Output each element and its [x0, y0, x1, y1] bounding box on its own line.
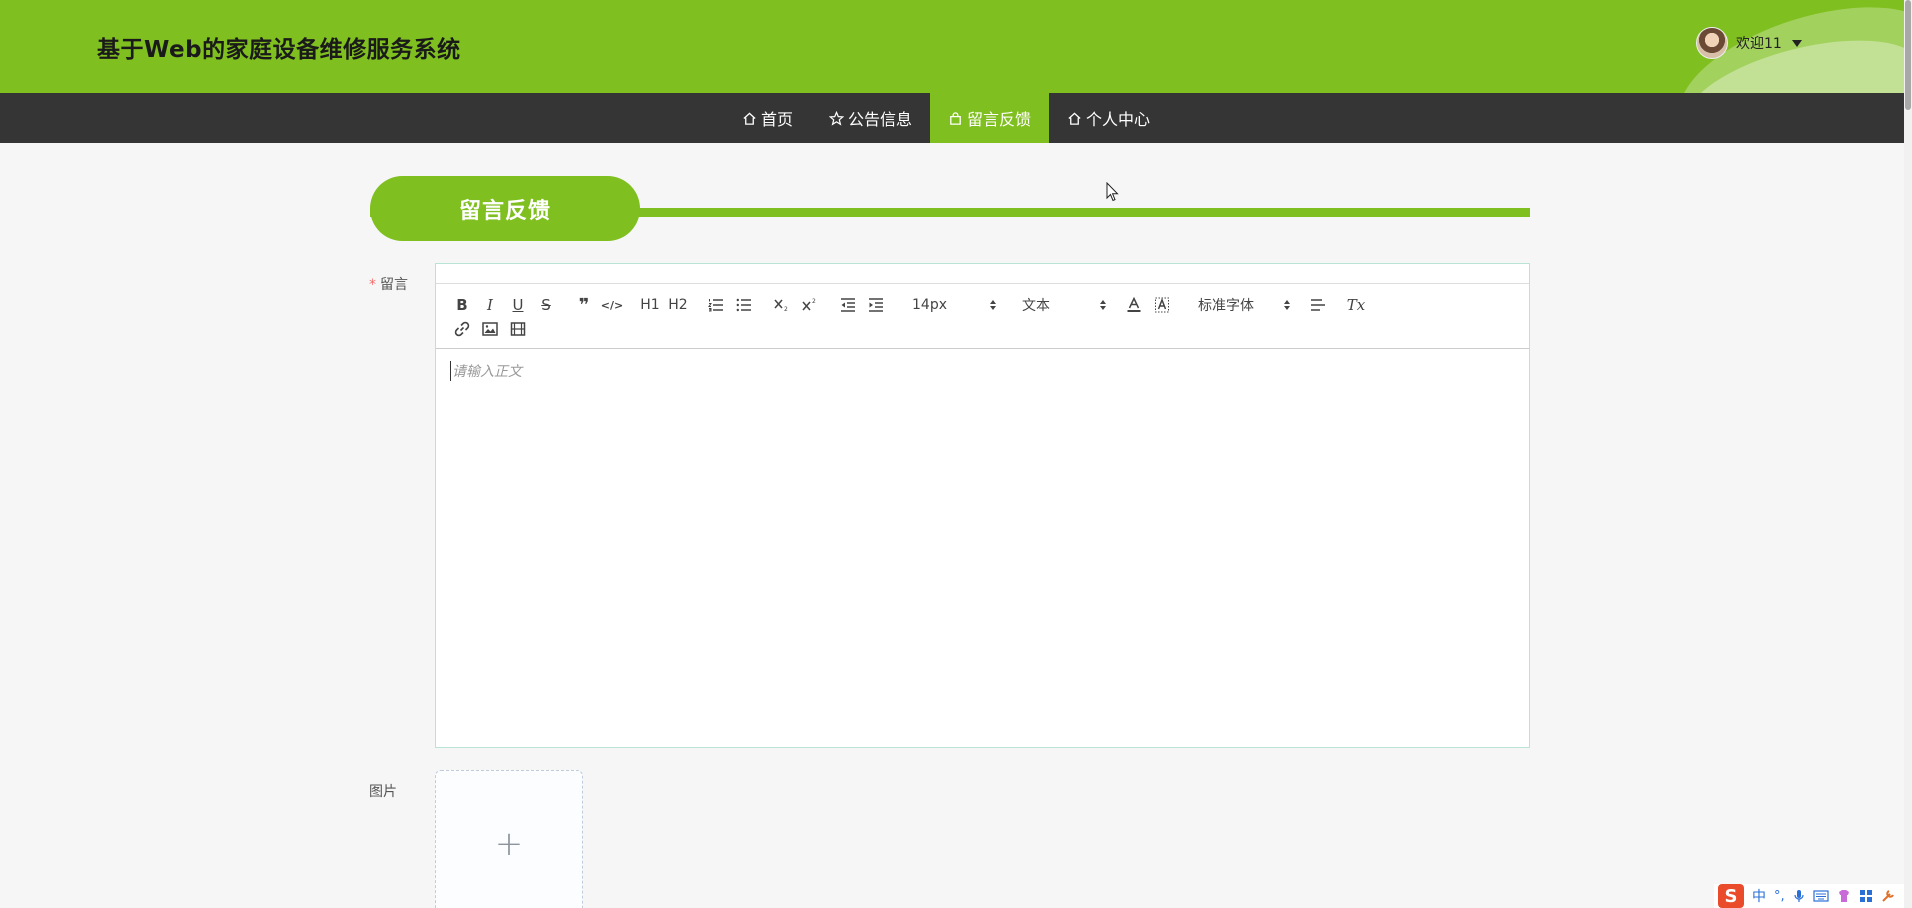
- subscript-icon: 2: [774, 299, 788, 312]
- required-mark: *: [369, 277, 376, 293]
- caret-down-icon[interactable]: [1791, 39, 1802, 47]
- font-color-icon: [1127, 297, 1141, 312]
- editor-toolbar: B I U S ❞ </> H1 H2 2 2 14px 文本 标准字体 Tx: [436, 283, 1529, 349]
- image-label: 图片: [369, 784, 397, 800]
- image-upload-button[interactable]: +: [435, 770, 583, 908]
- nav-item-profile[interactable]: 个人中心: [1049, 93, 1168, 143]
- message-label-text: 留言: [380, 277, 408, 293]
- plus-icon: +: [494, 824, 524, 864]
- message-label: * 留言: [369, 274, 408, 294]
- page-scrollbar[interactable]: [1904, 0, 1912, 908]
- editor-placeholder: 请输入正文: [450, 361, 522, 381]
- ime-punctuation[interactable]: °,: [1774, 889, 1785, 904]
- header-2-button[interactable]: H2: [664, 294, 692, 316]
- indent-button[interactable]: [862, 294, 890, 316]
- header-type-select[interactable]: 文本: [1010, 294, 1110, 316]
- image-button[interactable]: [476, 318, 504, 340]
- sogou-logo-icon[interactable]: S: [1718, 884, 1744, 908]
- font-family-select[interactable]: 标准字体: [1186, 294, 1294, 316]
- top-header: 基于Web的家庭设备维修服务系统 欢迎11: [0, 0, 1904, 93]
- background-color-icon: [1155, 297, 1169, 313]
- align-button[interactable]: [1304, 294, 1332, 316]
- svg-text:2: 2: [812, 298, 816, 305]
- nav-item-label: 公告信息: [848, 110, 913, 129]
- ime-mode[interactable]: 中: [1752, 886, 1766, 906]
- mouse-cursor-icon: [1106, 182, 1119, 202]
- nav-item-label: 首页: [761, 110, 794, 129]
- header-1-button[interactable]: H1: [636, 294, 664, 316]
- user-menu[interactable]: 欢迎11: [1696, 27, 1802, 59]
- superscript-icon: 2: [802, 298, 816, 311]
- link-icon: [454, 321, 470, 337]
- background-color-button[interactable]: [1148, 294, 1176, 316]
- outdent-button[interactable]: [834, 294, 862, 316]
- nav-item-label: 个人中心: [1086, 110, 1151, 129]
- font-size-value: 14px: [912, 297, 947, 313]
- superscript-button[interactable]: 2: [796, 294, 824, 316]
- clear-format-button[interactable]: Tx: [1342, 294, 1370, 316]
- microphone-icon[interactable]: [1793, 889, 1805, 903]
- bag-icon: [950, 111, 961, 125]
- user-greeting: 欢迎11: [1736, 36, 1782, 52]
- home-icon: [1068, 111, 1081, 125]
- keyboard-icon[interactable]: [1813, 890, 1829, 902]
- rich-text-editor: B I U S ❞ </> H1 H2 2 2 14px 文本 标准字体 Tx …: [435, 263, 1530, 748]
- ime-toolbar: S 中 °,: [1714, 884, 1904, 908]
- italic-button[interactable]: I: [476, 294, 504, 316]
- outdent-icon: [841, 298, 855, 312]
- blockquote-button[interactable]: ❞: [570, 294, 598, 316]
- nav-item-feedback[interactable]: 留言反馈: [930, 93, 1050, 143]
- code-block-button[interactable]: </>: [598, 294, 626, 316]
- font-size-select[interactable]: 14px: [900, 294, 1000, 316]
- subscript-button[interactable]: 2: [768, 294, 796, 316]
- main-nav: 首页 公告信息 留言反馈 个人中心: [0, 93, 1904, 143]
- header-type-value: 文本: [1022, 298, 1050, 314]
- editor-content[interactable]: 请输入正文: [436, 349, 1529, 747]
- indent-icon: [869, 298, 883, 312]
- align-left-icon: [1311, 299, 1325, 311]
- star-icon: [829, 110, 845, 126]
- skin-icon[interactable]: [1837, 889, 1851, 903]
- scrollbar-thumb[interactable]: [1905, 0, 1911, 110]
- strike-button[interactable]: S: [532, 294, 560, 316]
- site-title: 基于Web的家庭设备维修服务系统: [97, 37, 461, 63]
- font-color-button[interactable]: [1120, 294, 1148, 316]
- video-button[interactable]: [504, 318, 532, 340]
- video-icon: [510, 322, 526, 336]
- bullet-list-button[interactable]: [730, 294, 758, 316]
- nav-item-announcements[interactable]: 公告信息: [811, 93, 930, 143]
- tools-icon[interactable]: [1881, 889, 1895, 903]
- home-icon: [743, 111, 756, 125]
- font-family-value: 标准字体: [1198, 298, 1254, 314]
- link-button[interactable]: [448, 318, 476, 340]
- select-arrows-icon: [990, 300, 996, 310]
- image-icon: [482, 322, 498, 336]
- nav-item-label: 留言反馈: [967, 110, 1032, 129]
- ordered-list-button[interactable]: [702, 294, 730, 316]
- section-title: 留言反馈: [370, 176, 640, 241]
- svg-text:2: 2: [784, 306, 788, 312]
- select-arrows-icon: [1284, 300, 1290, 310]
- ordered-list-icon: [708, 299, 723, 312]
- avatar[interactable]: [1696, 27, 1728, 59]
- select-arrows-icon: [1100, 300, 1106, 310]
- bullet-list-icon: [736, 298, 751, 312]
- bold-button[interactable]: B: [448, 294, 476, 316]
- underline-button[interactable]: U: [504, 294, 532, 316]
- nav-item-home[interactable]: 首页: [724, 93, 811, 143]
- grid-icon[interactable]: [1859, 889, 1873, 903]
